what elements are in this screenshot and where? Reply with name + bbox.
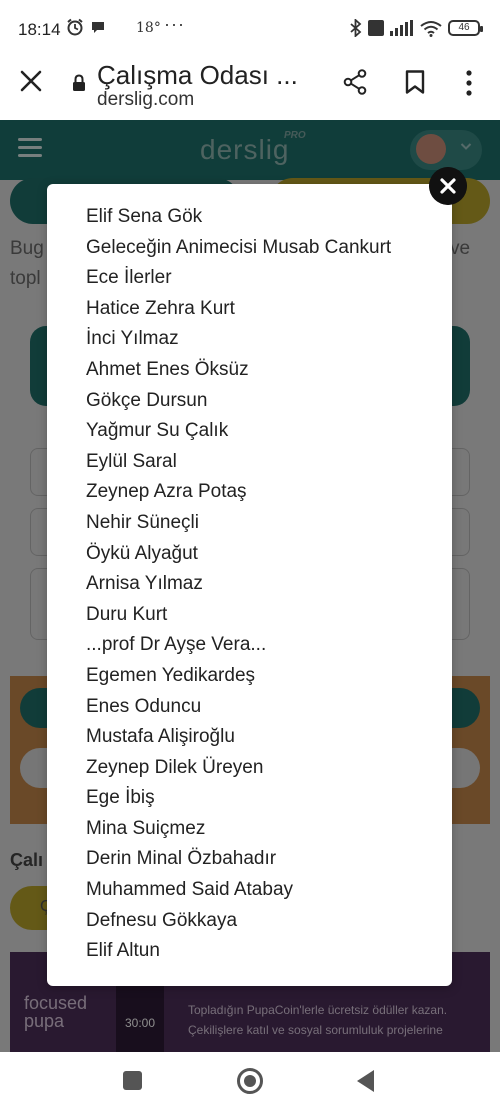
participant-name: İnci Yılmaz <box>86 328 179 350</box>
participant-name: Eylül Saral <box>86 450 177 472</box>
participant-list: Elif Sena Gök Geleceğin Animecisi Musab C… <box>86 202 391 967</box>
temperature: 18° <box>136 20 161 36</box>
participant-name: Defnesu Gökkaya <box>86 909 238 931</box>
home-icon[interactable] <box>237 1068 263 1094</box>
participant-name: Mustafa Alişiroğlu <box>86 726 235 748</box>
battery-icon: 46 <box>448 20 483 36</box>
participant-name: Derin Minal Özbahadır <box>86 848 277 870</box>
more-menu-icon[interactable] <box>465 70 473 96</box>
participant-name: Duru Kurt <box>86 603 168 625</box>
participant-name: Enes Oduncu <box>86 695 202 717</box>
modal-close-button[interactable] <box>429 167 467 205</box>
status-time: 18:14 <box>18 20 61 39</box>
participant-name: Öykü Alyağut <box>86 542 198 564</box>
page-title[interactable]: Çalışma Odası ... <box>97 60 298 91</box>
participant-name: Arnisa Yılmaz <box>86 573 203 595</box>
participant-name: Ege İbiş <box>86 787 155 809</box>
participant-name: Zeynep Dilek Üreyen <box>86 756 264 778</box>
lock-icon <box>73 74 85 91</box>
volte-icon <box>368 20 384 36</box>
bluetooth-icon <box>350 19 362 37</box>
participant-name: Mina Suiçmez <box>86 817 206 839</box>
participant-name: Ahmet Enes Öksüz <box>86 358 249 380</box>
participants-modal: Elif Sena Gök Geleceğin Animecisi Musab C… <box>47 184 452 986</box>
participant-name: Gökçe Dursun <box>86 389 208 411</box>
participant-name: Nehir Süneçli <box>86 511 199 533</box>
bookmark-icon[interactable] <box>405 70 425 94</box>
close-icon[interactable] <box>18 68 44 94</box>
participant-name: Elif Sena Gök <box>86 206 203 227</box>
status-bar: 18:14 18° ··· 46 <box>0 0 500 60</box>
wifi-icon <box>420 20 442 37</box>
alarm-icon <box>67 18 83 36</box>
participant-name: Yağmur Su Çalık <box>86 420 229 442</box>
participant-name: Geleceğin Animecisi Musab Cankurt <box>86 236 392 258</box>
participant-name: Ece İlerler <box>86 267 172 289</box>
participant-name: Hatice Zehra Kurt <box>86 297 235 319</box>
more-notifications-icon: ··· <box>164 14 185 34</box>
participant-name: Zeynep Azra Potaş <box>86 481 247 503</box>
share-icon[interactable] <box>343 69 367 95</box>
participant-name: Egemen Yedikardeş <box>86 664 256 686</box>
chat-icon <box>92 22 104 33</box>
page-url[interactable]: derslig.com <box>97 89 194 111</box>
recents-icon[interactable] <box>123 1071 142 1090</box>
browser-toolbar: Çalışma Odası ... derslig.com <box>0 60 500 122</box>
participant-name: Muhammed Said Atabay <box>86 879 294 901</box>
back-icon[interactable] <box>357 1070 374 1092</box>
participant-name: Elif Altun <box>86 940 160 962</box>
participant-name: ...prof Dr Ayşe Vera... <box>86 634 267 656</box>
system-nav-bar <box>0 1052 500 1111</box>
signal-icon <box>390 20 413 36</box>
